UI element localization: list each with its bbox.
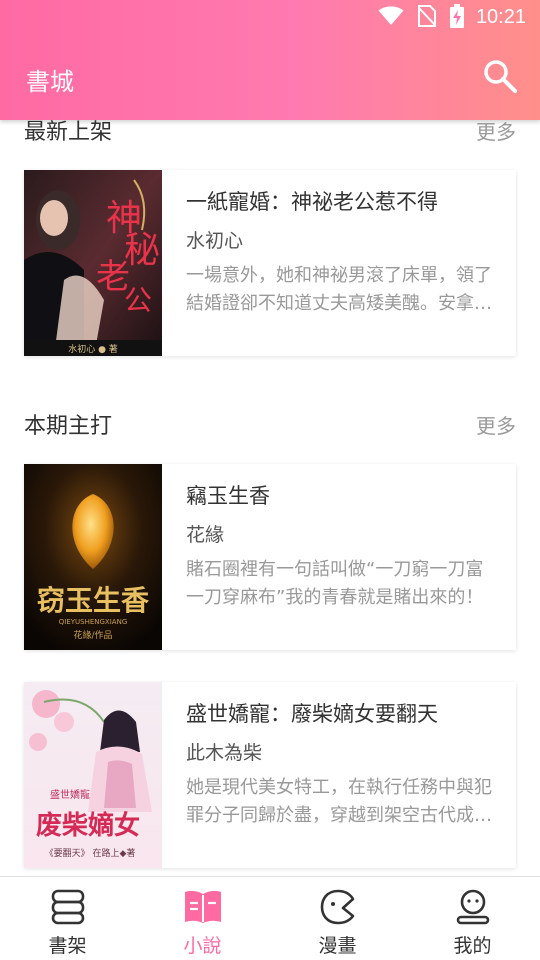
- book-author: 花緣: [186, 524, 225, 546]
- app-bar: 10:21 書城: [0, 0, 540, 120]
- book-title: 竊玉生香: [186, 484, 270, 508]
- battery-charging-icon: [450, 4, 464, 32]
- open-book-icon: [183, 887, 223, 927]
- book-description: 她是現代美女特工，在執行任務中與犯罪分子同歸於盡，穿越到架空古代成了瞎眼的大將軍…: [186, 777, 492, 826]
- bookstore-screen: 10:21 書城 最新上架 更多 神 秘 老 公 水初心 ● 著 一紙寵婚：神祕…: [0, 0, 540, 960]
- section-header-featured: 本期主打 更多: [24, 408, 516, 448]
- book-card[interactable]: 神 秘 老 公 水初心 ● 著 一紙寵婚：神祕老公惹不得 水初心 一場意外，她和…: [24, 170, 516, 356]
- search-icon: [484, 60, 517, 93]
- book-title: 盛世嬌寵：廢柴嫡女要翻天: [186, 702, 438, 726]
- more-link[interactable]: 更多: [476, 120, 516, 145]
- status-icons: [378, 4, 464, 32]
- book-author: 此木為柴: [186, 742, 263, 764]
- comic-bubble-icon: [318, 887, 358, 927]
- cover-author: 《要翻天》 在路上◆著: [45, 847, 136, 859]
- nav-item-novels[interactable]: 小說: [135, 877, 270, 960]
- cover-title-char-4: 公: [124, 284, 152, 317]
- status-time: 10:21: [475, 6, 526, 28]
- no-sim-icon: [418, 5, 436, 31]
- page-title: 書城: [26, 68, 74, 96]
- cover-author: 水初心 ● 著: [68, 343, 118, 355]
- wifi-icon: [378, 6, 404, 30]
- cover-title: 窃玉生香: [37, 584, 149, 617]
- book-card[interactable]: 盛世嬌寵 废柴嫡女 《要翻天》 在路上◆著 盛世嬌寵：廢柴嫡女要翻天 此木為柴 …: [24, 682, 516, 868]
- book-description: 賭石圈裡有一句話叫做“一刀窮一刀富一刀穿麻布”我的青春就是賭出來的！: [186, 559, 484, 608]
- cover-subtitle: QIEYUSHENGXIANG: [59, 618, 128, 626]
- search-button[interactable]: [478, 54, 522, 98]
- book-card[interactable]: 窃玉生香 QIEYUSHENGXIANG 花緣/作品 竊玉生香 花緣 賭石圈裡有…: [24, 464, 516, 650]
- book-cover: 窃玉生香 QIEYUSHENGXIANG 花緣/作品: [24, 464, 162, 650]
- book-cover: 神 秘 老 公 水初心 ● 著: [24, 170, 162, 356]
- cover-title: 废柴嫡女: [36, 810, 140, 841]
- section-title: 本期主打: [24, 414, 113, 439]
- nav-label: 漫畫: [318, 935, 357, 957]
- section-header-new-arrivals: 最新上架 更多: [24, 120, 516, 154]
- nav-item-bookshelf[interactable]: 書架: [0, 877, 135, 960]
- status-bar: 10:21: [0, 0, 540, 36]
- nav-label: 小說: [183, 935, 222, 957]
- cover-author: 花緣/作品: [73, 629, 112, 641]
- cover-subtitle: 盛世嬌寵: [50, 788, 90, 801]
- book-cover: 盛世嬌寵 废柴嫡女 《要翻天》 在路上◆著: [24, 682, 162, 868]
- section-title: 最新上架: [24, 120, 113, 145]
- book-author: 水初心: [186, 230, 244, 252]
- nav-label: 書架: [48, 935, 87, 957]
- book-title: 一紙寵婚：神祕老公惹不得: [186, 190, 438, 214]
- profile-icon: [453, 887, 493, 927]
- more-link[interactable]: 更多: [476, 410, 516, 439]
- nav-label: 我的: [453, 935, 492, 957]
- nav-item-profile[interactable]: 我的: [405, 877, 540, 960]
- content-scroll[interactable]: 最新上架 更多 神 秘 老 公 水初心 ● 著 一紙寵婚：神祕老公惹不得 水初心…: [0, 120, 540, 876]
- bookshelf-icon: [48, 887, 88, 927]
- nav-item-comics[interactable]: 漫畫: [270, 877, 405, 960]
- bottom-navigation: 書架 小說 漫畫 我的: [0, 876, 540, 960]
- book-description: 一場意外，她和神祕男滾了床單，領了結婚證卻不知道丈夫高矮美醜。安拿著紅本本抗議：…: [186, 265, 492, 314]
